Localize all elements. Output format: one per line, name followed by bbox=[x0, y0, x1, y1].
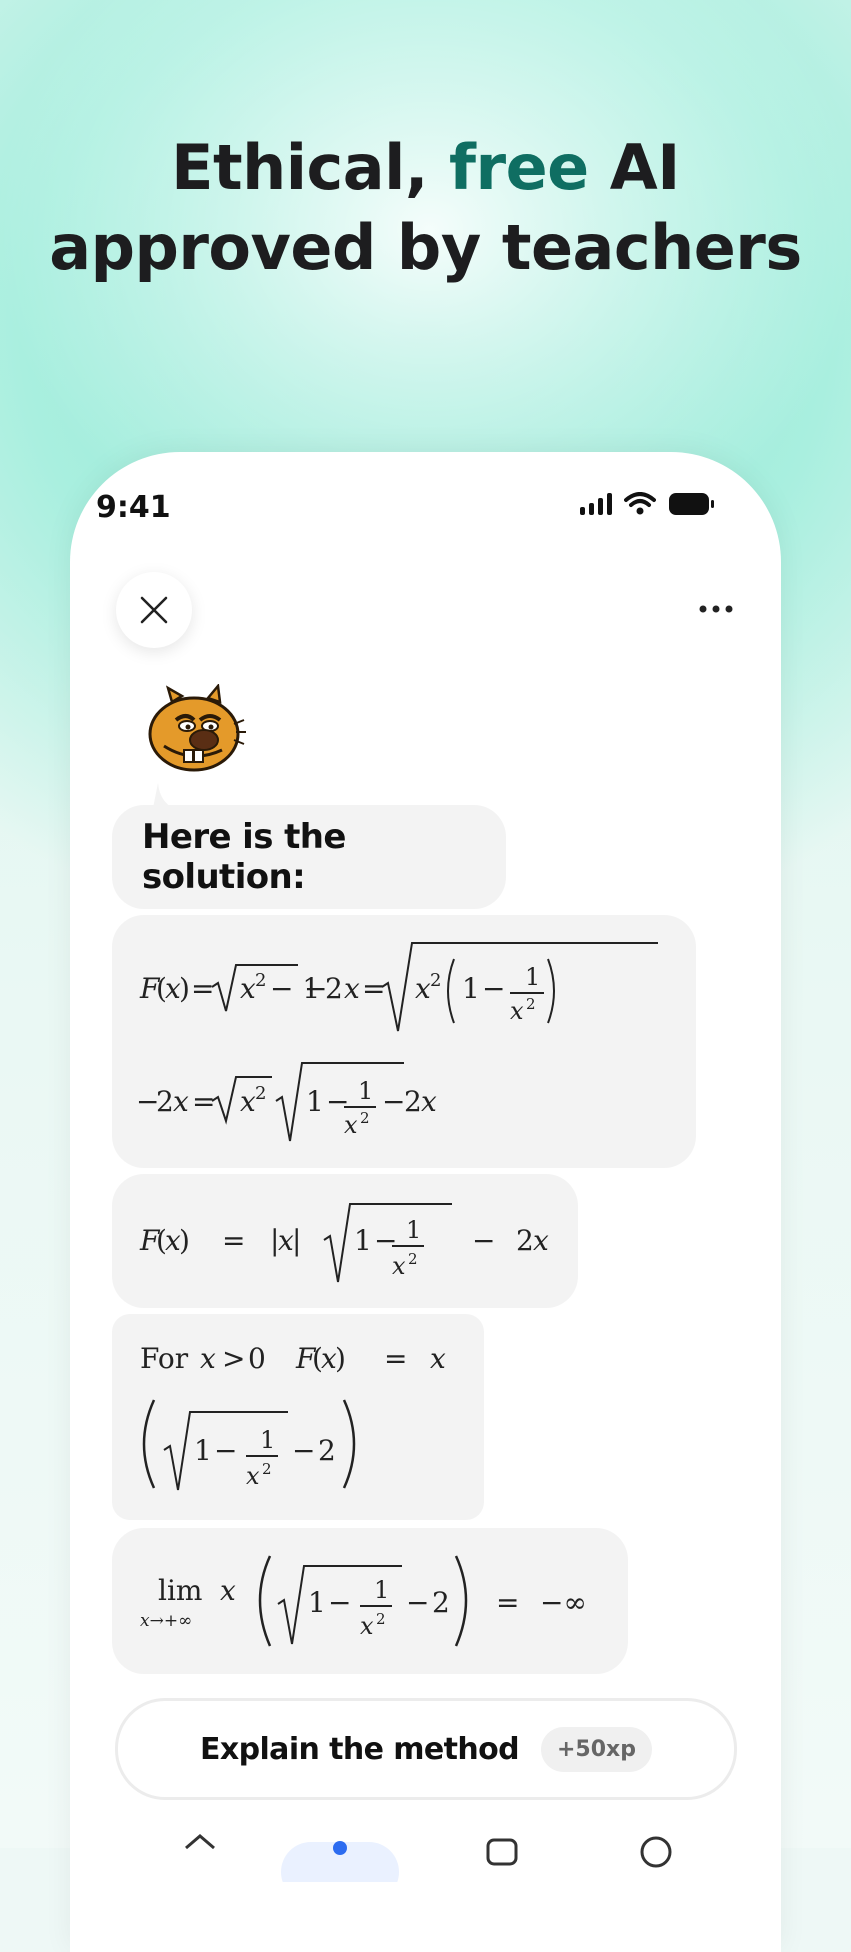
status-time: 9:41 bbox=[96, 490, 171, 525]
svg-text:x: x bbox=[220, 1574, 236, 1607]
svg-text:x→+∞: x→+∞ bbox=[140, 1611, 192, 1631]
status-icons bbox=[580, 492, 716, 516]
more-icon bbox=[699, 605, 733, 613]
xp-badge: +50xp bbox=[541, 1726, 652, 1772]
svg-text:1: 1 bbox=[462, 972, 480, 1005]
svg-text:x: x bbox=[360, 1612, 374, 1640]
svg-text:x: x bbox=[344, 972, 360, 1005]
close-button[interactable] bbox=[116, 572, 192, 648]
svg-text:2: 2 bbox=[318, 1434, 336, 1467]
svg-text:2: 2 bbox=[376, 1610, 386, 1628]
math-bubble-3: For x >0 F(x) = x 1− 1 x2 −2 bbox=[112, 1314, 484, 1520]
headline-line1: Ethical, free AI bbox=[0, 128, 851, 208]
svg-text:1: 1 bbox=[260, 1426, 275, 1454]
svg-text:): ) bbox=[335, 1342, 346, 1375]
svg-text:>: > bbox=[222, 1342, 245, 1375]
svg-text:−: − bbox=[382, 1085, 405, 1118]
math-bubble-2: F(x) = | x | 1− 1 x2 − 2x bbox=[112, 1174, 578, 1308]
svg-text:2: 2 bbox=[404, 1085, 422, 1118]
svg-text:=: = bbox=[222, 1224, 245, 1257]
svg-text:1: 1 bbox=[306, 1085, 324, 1118]
svg-text:−: − bbox=[292, 1434, 315, 1467]
svg-text:2: 2 bbox=[432, 1586, 450, 1619]
home-tab-icon bbox=[185, 1834, 215, 1850]
math-equation-1: F(x) = x2 − 1 −2 x = x2 1− 1 x2 −2 x = x2 … bbox=[136, 942, 658, 1142]
svg-text:x: x bbox=[240, 972, 256, 1005]
svg-text:2: 2 bbox=[255, 970, 266, 991]
svg-text:−∞: −∞ bbox=[540, 1586, 587, 1619]
svg-text:For: For bbox=[140, 1342, 189, 1375]
battery-icon bbox=[669, 493, 714, 515]
tab-bar-icons bbox=[185, 1834, 672, 1902]
mascot-beaver bbox=[148, 684, 246, 772]
svg-text:−: − bbox=[482, 972, 505, 1005]
svg-text:2: 2 bbox=[360, 1109, 370, 1127]
headline: Ethical, free AI approved by teachers bbox=[0, 128, 851, 288]
explain-method-button[interactable]: Explain the method +50xp bbox=[115, 1698, 737, 1800]
close-icon bbox=[140, 596, 168, 624]
svg-text:2: 2 bbox=[430, 970, 441, 991]
svg-text:x: x bbox=[246, 1462, 260, 1490]
svg-text:2: 2 bbox=[255, 1083, 266, 1104]
svg-text:1: 1 bbox=[406, 1216, 421, 1244]
svg-text:1: 1 bbox=[374, 1576, 389, 1604]
svg-text:x: x bbox=[240, 1085, 256, 1118]
math-equation-3: For x >0 F(x) = x 1− 1 x2 −2 bbox=[140, 1342, 446, 1491]
headline-line2: approved by teachers bbox=[49, 211, 802, 284]
svg-text:x: x bbox=[430, 1342, 446, 1375]
svg-text:x: x bbox=[415, 972, 431, 1005]
svg-text:x: x bbox=[421, 1085, 437, 1118]
svg-text:2: 2 bbox=[325, 972, 343, 1005]
svg-text:): ) bbox=[179, 1224, 190, 1257]
math-bubble-1: F(x) = x2 − 1 −2 x = x2 1− 1 x2 −2 x = x2 … bbox=[112, 915, 696, 1168]
solution-title: Here is the solution: bbox=[142, 817, 346, 897]
svg-text:2: 2 bbox=[408, 1250, 418, 1268]
svg-text:=: = bbox=[192, 1085, 215, 1118]
math-bubble-4: lim x→+∞ x 1− 1 x2 −2 = −∞ bbox=[112, 1528, 628, 1674]
headline-part2: AI bbox=[609, 131, 681, 204]
svg-text:=: = bbox=[362, 972, 385, 1005]
svg-text:0: 0 bbox=[248, 1342, 266, 1375]
svg-text:−: − bbox=[406, 1586, 429, 1619]
svg-text:x: x bbox=[200, 1342, 216, 1375]
svg-text:): ) bbox=[179, 972, 190, 1005]
bottom-tab-bar bbox=[116, 1822, 736, 1902]
svg-text:−: − bbox=[472, 1224, 495, 1257]
svg-text:x: x bbox=[173, 1085, 189, 1118]
svg-text:1: 1 bbox=[354, 1224, 372, 1257]
svg-text:x: x bbox=[533, 1224, 549, 1257]
svg-text:1: 1 bbox=[358, 1077, 373, 1105]
svg-text:−: − bbox=[304, 972, 327, 1005]
svg-text:x: x bbox=[392, 1252, 406, 1280]
svg-text:−: − bbox=[214, 1434, 237, 1467]
svg-text:|: | bbox=[292, 1224, 301, 1257]
library-tab-icon bbox=[486, 1838, 518, 1866]
explain-method-label: Explain the method bbox=[199, 1731, 520, 1767]
profile-tab-icon bbox=[640, 1836, 672, 1868]
svg-text:2: 2 bbox=[262, 1460, 272, 1478]
svg-text:=: = bbox=[496, 1586, 519, 1619]
svg-text:1: 1 bbox=[194, 1434, 212, 1467]
svg-text:=: = bbox=[384, 1342, 407, 1375]
svg-text:2: 2 bbox=[516, 1224, 534, 1257]
svg-text:x: x bbox=[344, 1111, 358, 1139]
svg-text:lim: lim bbox=[158, 1574, 202, 1607]
solution-title-bubble: Here is the solution: bbox=[112, 805, 506, 909]
svg-text:2: 2 bbox=[526, 995, 536, 1013]
headline-part1: Ethical, bbox=[171, 131, 428, 204]
active-tab-icon bbox=[333, 1841, 347, 1855]
math-equation-4: lim x→+∞ x 1− 1 x2 −2 = −∞ bbox=[140, 1555, 587, 1647]
svg-text:x: x bbox=[510, 997, 524, 1025]
svg-text:=: = bbox=[191, 972, 214, 1005]
more-button[interactable] bbox=[686, 594, 746, 624]
svg-text:2: 2 bbox=[156, 1085, 174, 1118]
wifi-icon bbox=[624, 492, 656, 515]
svg-text:−: − bbox=[328, 1586, 351, 1619]
math-equation-2: F(x) = |x| 1− 1 x2 − 2x bbox=[139, 1203, 549, 1283]
signal-icon bbox=[580, 493, 612, 515]
svg-text:1: 1 bbox=[308, 1586, 326, 1619]
headline-accent: free bbox=[449, 131, 589, 204]
svg-text:1: 1 bbox=[525, 963, 540, 991]
